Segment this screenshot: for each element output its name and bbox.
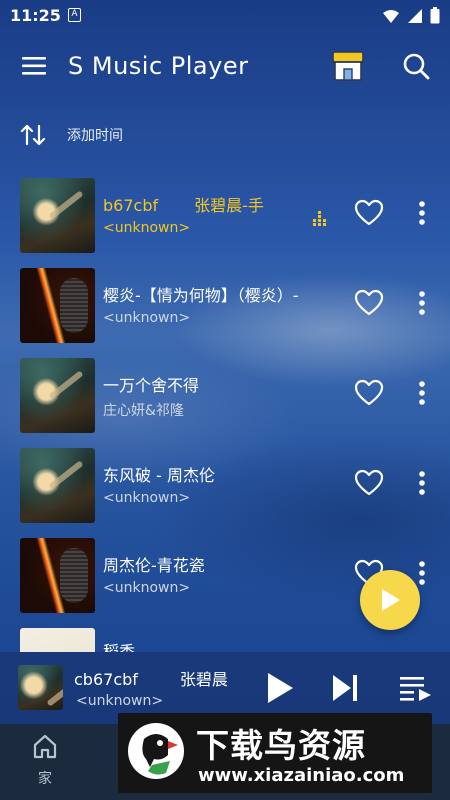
song-title: b67cbf 张碧晨-手: [103, 192, 264, 216]
mini-player-title-text: cb67cbf: [74, 670, 138, 688]
song-title-text: b67cbf: [103, 196, 159, 215]
song-artist: <unknown>: [103, 310, 191, 326]
mini-player-artist: <unknown>: [76, 693, 164, 709]
store-icon[interactable]: [328, 46, 368, 86]
status-time: 11:25: [10, 6, 61, 25]
menu-icon[interactable]: [20, 52, 50, 80]
play-icon[interactable]: [262, 670, 296, 706]
mini-player-cover: [18, 665, 63, 710]
more-options-icon[interactable]: [412, 378, 432, 408]
song-artist: <unknown>: [103, 220, 191, 236]
song-title: 稻香: [103, 642, 136, 652]
heart-icon[interactable]: [354, 468, 384, 498]
song-title: 周杰伦-青花瓷: [103, 556, 205, 575]
app-title: S Music Player: [68, 52, 249, 80]
song-artist: 庄心妍&祁隆: [103, 403, 184, 419]
app-bar: S Music Player: [0, 40, 450, 92]
more-options-icon[interactable]: [412, 468, 432, 498]
song-title: 樱炎-【情为何物】（樱炎）-: [103, 286, 299, 305]
bird-logo-icon: [128, 723, 184, 779]
song-row[interactable]: 樱炎-【情为何物】（樱炎）- <unknown>: [0, 262, 450, 352]
album-cover: [20, 448, 95, 523]
battery-icon: [430, 7, 440, 24]
mini-player-title: cb67cbf 张碧晨: [74, 666, 239, 688]
album-cover: [20, 178, 95, 253]
song-title: 东风破 - 周杰伦: [103, 466, 215, 485]
play-icon: [382, 589, 400, 611]
sort-button[interactable]: 添加时间: [20, 120, 320, 150]
wifi-icon: [383, 9, 399, 23]
nav-home-label: 家: [38, 771, 52, 787]
song-artist: <unknown>: [103, 490, 191, 506]
more-options-icon[interactable]: [412, 198, 432, 228]
search-icon[interactable]: [400, 50, 432, 82]
notification-icon: A: [68, 8, 81, 22]
sort-arrows-icon: [20, 124, 46, 146]
album-cover: [20, 538, 95, 613]
watermark: 下载鸟资源 www.xiazainiao.com: [118, 713, 432, 793]
album-cover: [20, 268, 95, 343]
album-cover: [20, 628, 95, 652]
mini-player-title-extra: 张碧晨: [179, 670, 228, 688]
song-title: 一万个舍不得: [103, 376, 200, 395]
watermark-title: 下载鸟资源: [196, 726, 366, 765]
equalizer-icon: [313, 211, 326, 226]
more-options-icon[interactable]: [412, 288, 432, 318]
album-cover: [20, 358, 95, 433]
play-all-button[interactable]: [360, 570, 420, 630]
song-row[interactable]: b67cbf 张碧晨-手 <unknown>: [0, 172, 450, 262]
song-title-extra: 张碧晨-手: [194, 196, 264, 215]
heart-icon[interactable]: [354, 378, 384, 408]
queue-icon[interactable]: [398, 673, 434, 703]
status-bar: 11:25 A: [0, 0, 450, 32]
nav-home[interactable]: 家: [22, 732, 68, 794]
sort-label: 添加时间: [67, 128, 123, 144]
skip-next-icon[interactable]: [330, 672, 360, 704]
song-row[interactable]: 一万个舍不得 庄心妍&祁隆: [0, 352, 450, 442]
home-icon: [33, 734, 57, 759]
song-row[interactable]: 东风破 - 周杰伦 <unknown>: [0, 442, 450, 532]
watermark-url: www.xiazainiao.com: [198, 765, 405, 786]
status-icons: [382, 7, 440, 24]
signal-icon: [408, 8, 422, 23]
heart-icon[interactable]: [354, 198, 384, 228]
heart-icon[interactable]: [354, 288, 384, 318]
song-artist: <unknown>: [103, 580, 191, 596]
